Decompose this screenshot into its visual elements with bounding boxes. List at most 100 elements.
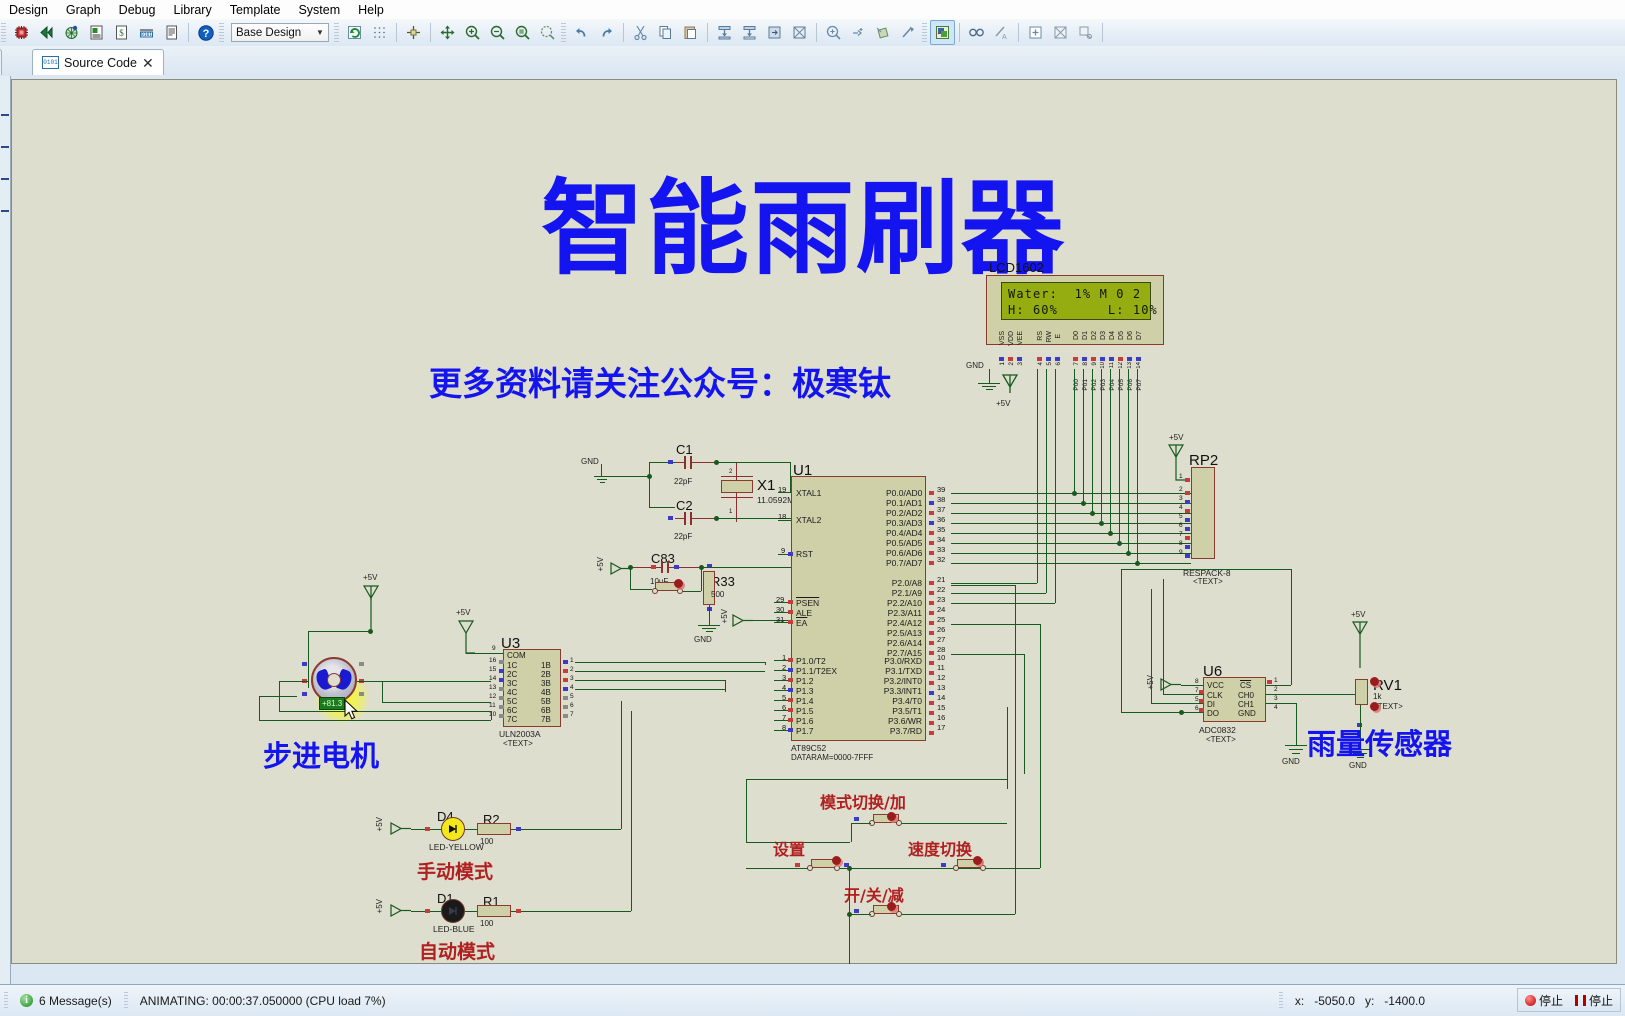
tab-source-code[interactable]: 0101 Source Code ✕ (32, 49, 164, 75)
zoom-in-icon[interactable] (460, 20, 485, 45)
svg-text:0101: 0101 (141, 32, 152, 38)
menu-bar: Design Graph Debug Library Template Syst… (0, 0, 1625, 20)
page-subtitle: 更多资料请关注公众号：极寒钛 (429, 364, 891, 403)
c1-value: 22pF (674, 477, 693, 486)
gnd-label-reset: GND (694, 635, 712, 644)
vcc-label-rp2: +5V (1169, 433, 1184, 442)
property-assign-icon[interactable]: A (989, 20, 1014, 45)
animation-status-label: ANIMATING: 00:00:37.050000 (CPU load 7%) (139, 993, 386, 1008)
undo-icon[interactable] (569, 20, 594, 45)
x1-value: 11.0592M (757, 495, 795, 505)
electrical-rules-icon[interactable]: $ (109, 20, 134, 45)
stop-button[interactable]: 停止 (1522, 992, 1566, 1009)
stop-icon (1524, 994, 1536, 1006)
pick-device-icon[interactable] (821, 20, 846, 45)
toolbar-grip-3[interactable] (334, 22, 339, 43)
help-icon[interactable]: ? (193, 20, 218, 45)
remove-sheet-icon[interactable] (1048, 20, 1073, 45)
block-rotate-icon[interactable] (762, 20, 787, 45)
tab-close-icon[interactable]: ✕ (142, 56, 154, 70)
u1-pin-p15: P1.5 (796, 706, 814, 716)
origin-icon[interactable] (401, 20, 426, 45)
block-delete-icon[interactable] (787, 20, 812, 45)
message-count[interactable]: i 6 Message(s) (12, 990, 120, 1012)
schematic-canvas[interactable]: 智能雨刷器 更多资料请关注公众号：极寒钛 LCD1602 Water: 1% M… (0, 76, 1625, 985)
lcd-line-1: Water: 1% M 0 2 (1008, 287, 1142, 301)
simulation-controls: 停止 停止 (1516, 988, 1621, 1012)
copy-icon[interactable] (653, 20, 678, 45)
menu-item-debug[interactable]: Debug (110, 2, 165, 18)
block-move-icon[interactable] (737, 20, 762, 45)
rv1-body[interactable] (1355, 679, 1368, 705)
design-mode-combo[interactable]: Base Design ▼ (231, 23, 329, 42)
tab-source-code-label: Source Code (64, 55, 137, 70)
report-icon[interactable] (159, 20, 184, 45)
zoom-sheet-icon[interactable] (535, 20, 560, 45)
u1-pin-xtal1: XTAL1 (796, 488, 822, 498)
search-icon[interactable] (964, 20, 989, 45)
status-grip-2 (123, 991, 128, 1010)
paste-icon[interactable] (678, 20, 703, 45)
menu-item-design[interactable]: Design (0, 2, 57, 18)
u1-num-22: 22 (937, 585, 946, 594)
led-d1[interactable] (441, 899, 465, 923)
u6-pin-cs: CS (1240, 681, 1252, 690)
u1-pin-p23: P2.3/A11 (887, 608, 922, 618)
decompose-icon[interactable] (896, 20, 921, 45)
3d-view-icon[interactable] (930, 20, 955, 45)
menu-item-library[interactable]: Library (165, 2, 221, 18)
packaging-tool-icon[interactable] (871, 20, 896, 45)
menu-item-template[interactable]: Template (221, 2, 290, 18)
status-grip-3 (1278, 991, 1283, 1010)
new-sheet-icon[interactable] (1023, 20, 1048, 45)
u1-num-36: 36 (937, 515, 946, 524)
u1-num-11: 11 (937, 663, 945, 672)
vcc-arrow-rp2 (1167, 444, 1185, 481)
toolbar-grip[interactable] (1, 22, 6, 43)
settings-label: 设置 (773, 840, 806, 859)
vcc-label-ea2: +5V (720, 609, 729, 624)
u3-pin-1c: 1C (507, 661, 518, 670)
u1-pin-p12: P1.2 (796, 676, 814, 686)
pan-icon[interactable] (435, 20, 460, 45)
u1-pin-p34: P3.4/T0 (892, 696, 922, 706)
mcu-icon[interactable] (9, 20, 34, 45)
led-d4[interactable] (441, 817, 465, 841)
bill-of-materials-icon[interactable] (84, 20, 109, 45)
back-annotate-icon[interactable] (34, 20, 59, 45)
menu-item-graph[interactable]: Graph (57, 2, 110, 18)
refresh-icon[interactable] (342, 20, 367, 45)
redo-icon[interactable] (594, 20, 619, 45)
toolbar-grip-4[interactable] (561, 22, 566, 43)
u1-pin-p16: P1.6 (796, 716, 814, 726)
lcd-pin-d0: D0 (1073, 331, 1080, 340)
make-device-icon[interactable] (846, 20, 871, 45)
vcc-label-d1: +5V (375, 899, 384, 914)
pause-button[interactable]: 停止 (1572, 992, 1616, 1009)
u6-pin-gnd: GND (1238, 709, 1256, 718)
u1-pin-p33: P3.3/INT1 (883, 686, 922, 696)
grid-icon[interactable] (367, 20, 392, 45)
menu-item-system[interactable]: System (289, 2, 349, 18)
zoom-out-icon[interactable] (485, 20, 510, 45)
schematic-sheet[interactable]: 智能雨刷器 更多资料请关注公众号：极寒钛 LCD1602 Water: 1% M… (11, 79, 1617, 964)
lcd-pin-rs: RS (1037, 331, 1044, 341)
lcd-gnd-label: GND (966, 361, 984, 370)
u1-device: AT89C52 (791, 743, 827, 753)
toolbar-grip-5[interactable] (922, 22, 927, 43)
rp2-sub: <TEXT> (1193, 577, 1223, 586)
cut-icon[interactable] (628, 20, 653, 45)
tab-root[interactable]: ✕ (0, 49, 2, 75)
menu-item-help[interactable]: Help (349, 2, 393, 18)
rain-sensor-label: 雨量传感器 (1307, 727, 1453, 761)
block-copy-icon[interactable] (712, 20, 737, 45)
motor-value-tooltip: +81.3 (319, 697, 346, 710)
netlist-compiler-icon[interactable]: 0101 (134, 20, 159, 45)
zoom-area-icon[interactable] (510, 20, 535, 45)
u1-num-38: 38 (937, 495, 946, 504)
rp2-body[interactable] (1191, 467, 1215, 559)
toolbar-grip-2[interactable] (219, 22, 224, 43)
exit-sheet-icon[interactable] (1073, 20, 1098, 45)
netlist-icon[interactable] (59, 20, 84, 45)
rv1-value: 1k (1373, 692, 1382, 701)
